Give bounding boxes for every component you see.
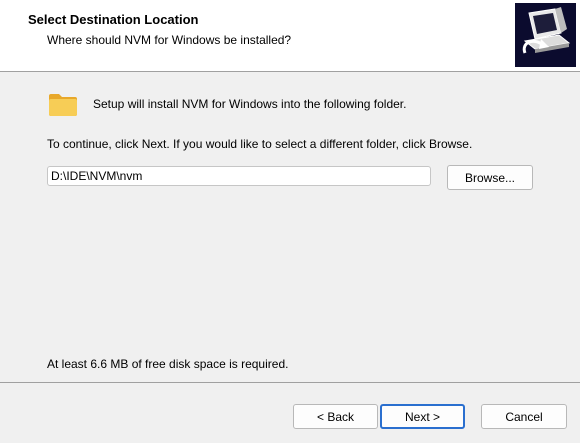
- instruction-text: To continue, click Next. If you would li…: [47, 137, 473, 151]
- next-button[interactable]: Next >: [380, 404, 465, 429]
- back-button-label: < Back: [316, 409, 355, 424]
- disk-space-text: At least 6.6 MB of free disk space is re…: [47, 357, 289, 371]
- cancel-button[interactable]: Cancel: [481, 404, 567, 429]
- folder-icon: [48, 93, 78, 117]
- page-title: Select Destination Location: [28, 12, 199, 27]
- computer-install-icon: [515, 3, 576, 67]
- browse-button-label: Browse...: [464, 170, 515, 185]
- cancel-button-label: Cancel: [505, 409, 543, 424]
- content-panel: Setup will install NVM for Windows into …: [0, 72, 580, 382]
- footer-divider: [0, 382, 580, 383]
- browse-button[interactable]: Browse...: [447, 165, 533, 190]
- next-button-label: Next >: [404, 409, 440, 424]
- destination-path-input[interactable]: [47, 166, 431, 186]
- page-subtitle: Where should NVM for Windows be installe…: [47, 33, 292, 47]
- intro-text: Setup will install NVM for Windows into …: [93, 97, 407, 111]
- wizard-header: Select Destination Location Where should…: [0, 0, 580, 72]
- back-button[interactable]: < Back: [293, 404, 378, 429]
